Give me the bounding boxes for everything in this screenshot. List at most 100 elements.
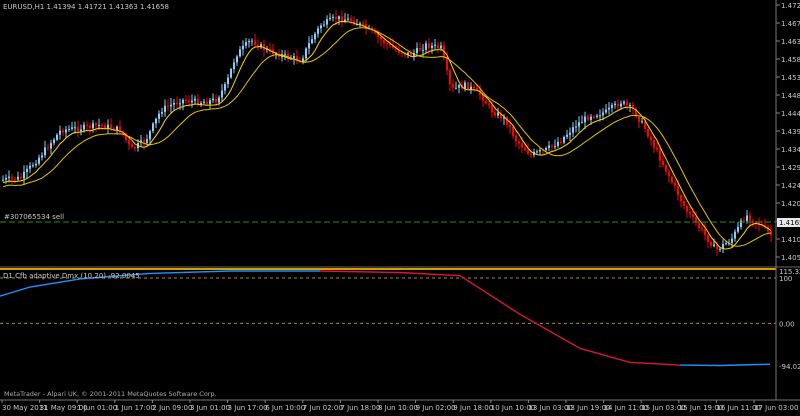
- candle-body: [674, 182, 676, 186]
- time-tick-label: 3 Jun 17:00: [228, 404, 268, 412]
- candle-body: [419, 48, 421, 51]
- candle-body: [686, 206, 688, 212]
- candle-body: [101, 125, 103, 127]
- candle-body: [641, 121, 643, 123]
- candle-body: [179, 103, 181, 105]
- price-tick-label: 1.43450: [781, 146, 800, 154]
- candle-body: [704, 229, 706, 236]
- candle-body: [293, 56, 295, 59]
- time-tick-label: 2 Jun 09:00: [152, 404, 192, 412]
- candle-body: [326, 19, 328, 25]
- candle-body: [173, 102, 175, 105]
- candle-body: [29, 165, 31, 169]
- candle-body: [50, 143, 52, 149]
- candle-body: [215, 98, 217, 103]
- price-tick-label: 1.42490: [781, 182, 800, 190]
- candle-body: [512, 126, 514, 136]
- candle-body: [359, 23, 361, 25]
- panel-border-top: [0, 268, 776, 270]
- candle-body: [86, 124, 88, 126]
- candle-body: [620, 103, 622, 107]
- candle-body: [719, 248, 721, 250]
- candle-body: [158, 113, 160, 119]
- candle-body: [524, 147, 526, 151]
- candle-body: [623, 101, 625, 104]
- candle-body: [554, 146, 556, 148]
- candle-body: [47, 147, 49, 149]
- candle-body: [527, 150, 529, 154]
- candle-body: [566, 134, 568, 137]
- candle-body: [383, 39, 385, 44]
- candle-body: [206, 101, 208, 104]
- candle-body: [536, 151, 538, 153]
- time-tick-label: 9 Jun 02:00: [416, 404, 456, 412]
- time-tick-label: 7 Jun 02:00: [303, 404, 343, 412]
- candle-body: [458, 85, 460, 88]
- candle-body: [605, 109, 607, 113]
- candle-body: [449, 70, 451, 85]
- candle-body: [725, 243, 727, 245]
- candle-body: [161, 111, 163, 114]
- candle-body: [563, 136, 565, 143]
- candle-body: [551, 145, 553, 147]
- time-tick-label: 6 Jun 10:00: [265, 404, 305, 412]
- candle-body: [227, 77, 229, 85]
- candle-body: [431, 45, 433, 49]
- candle-body: [164, 105, 166, 112]
- candle-body: [575, 126, 577, 128]
- candle-body: [380, 37, 382, 40]
- candle-body: [335, 16, 337, 20]
- candle-body: [584, 116, 586, 123]
- price-tick-label: 1.46300: [781, 38, 800, 46]
- candle-body: [239, 49, 241, 57]
- candle-body: [422, 49, 424, 51]
- candle-body: [581, 122, 583, 124]
- candle-body: [548, 145, 550, 149]
- chart-canvas[interactable]: 1.47265 1.46760 1.46300 1.45830 1.45350 1.448…: [0, 0, 800, 412]
- time-tick-label: 1 Jun 01:00: [77, 404, 117, 412]
- candle-body: [737, 226, 739, 232]
- candle-body: [110, 124, 112, 129]
- chart-header: EURUSD,H1 1.41394 1.41721 1.41363 1.4165…: [3, 3, 169, 11]
- price-tick-label: 1.40590: [781, 254, 800, 262]
- candle-body: [152, 123, 154, 132]
- candle-body: [509, 124, 511, 127]
- candle-body: [596, 115, 598, 117]
- candle-body: [452, 84, 454, 88]
- candle-body: [104, 125, 106, 129]
- candle-body: [386, 43, 388, 45]
- time-tick-label: 3 Jun 01:00: [190, 404, 230, 412]
- candle-body: [590, 116, 592, 120]
- candle-body: [617, 103, 619, 107]
- candle-body: [743, 220, 745, 222]
- candle-body: [17, 176, 19, 180]
- indicator-header: D1 Cfb adaptive Dmx (10,20) -92.0045: [3, 272, 140, 280]
- time-tick-label: 17 Jun 03:00: [754, 404, 798, 412]
- candle-body: [587, 116, 589, 120]
- candle-body: [209, 100, 211, 104]
- candle-body: [284, 53, 286, 55]
- candle-body: [593, 116, 595, 118]
- candle-body: [35, 163, 37, 166]
- candle-body: [626, 101, 628, 106]
- candle-body: [692, 214, 694, 217]
- candle-body: [668, 171, 670, 177]
- candle-body: [221, 90, 223, 98]
- candle-body: [242, 45, 244, 50]
- footer-credit: MetaTrader - Alpari UK, © 2001-2011 Meta…: [4, 390, 217, 398]
- trading-terminal-window: 1.47265 1.46760 1.46300 1.45830 1.45350 1.448…: [0, 0, 800, 412]
- candle-body: [440, 45, 442, 48]
- candle-body: [38, 157, 40, 164]
- candle-body: [629, 105, 631, 107]
- candle-body: [518, 141, 520, 144]
- candle-body: [170, 104, 172, 107]
- time-tick-label: 7 Jun 18:00: [340, 404, 380, 412]
- candle-body: [14, 178, 16, 180]
- candle-body: [488, 103, 490, 105]
- candle-body: [194, 98, 196, 101]
- price-tick-label: 1.45350: [781, 74, 800, 82]
- candle-body: [683, 201, 685, 207]
- candle-body: [416, 48, 418, 53]
- candle-body: [224, 84, 226, 91]
- candle-body: [185, 99, 187, 101]
